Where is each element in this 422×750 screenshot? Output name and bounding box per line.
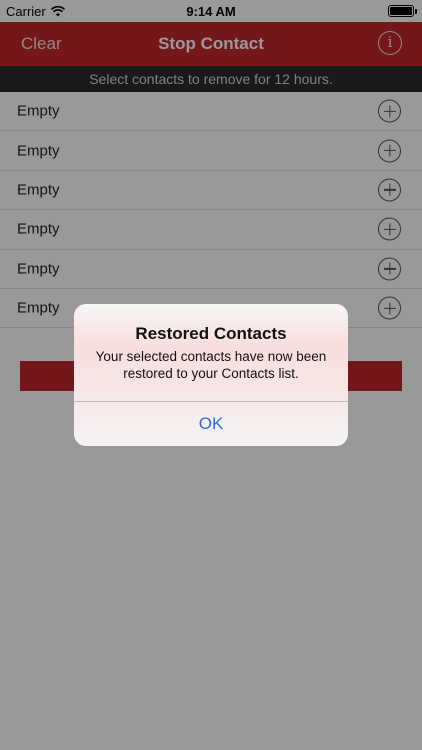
ok-button[interactable]: OK [74, 402, 348, 446]
alert-title: Restored Contacts [135, 324, 287, 343]
alert-message: Your selected contacts have now been res… [95, 349, 327, 381]
restored-contacts-alert: Restored Contacts Your selected contacts… [74, 304, 348, 446]
